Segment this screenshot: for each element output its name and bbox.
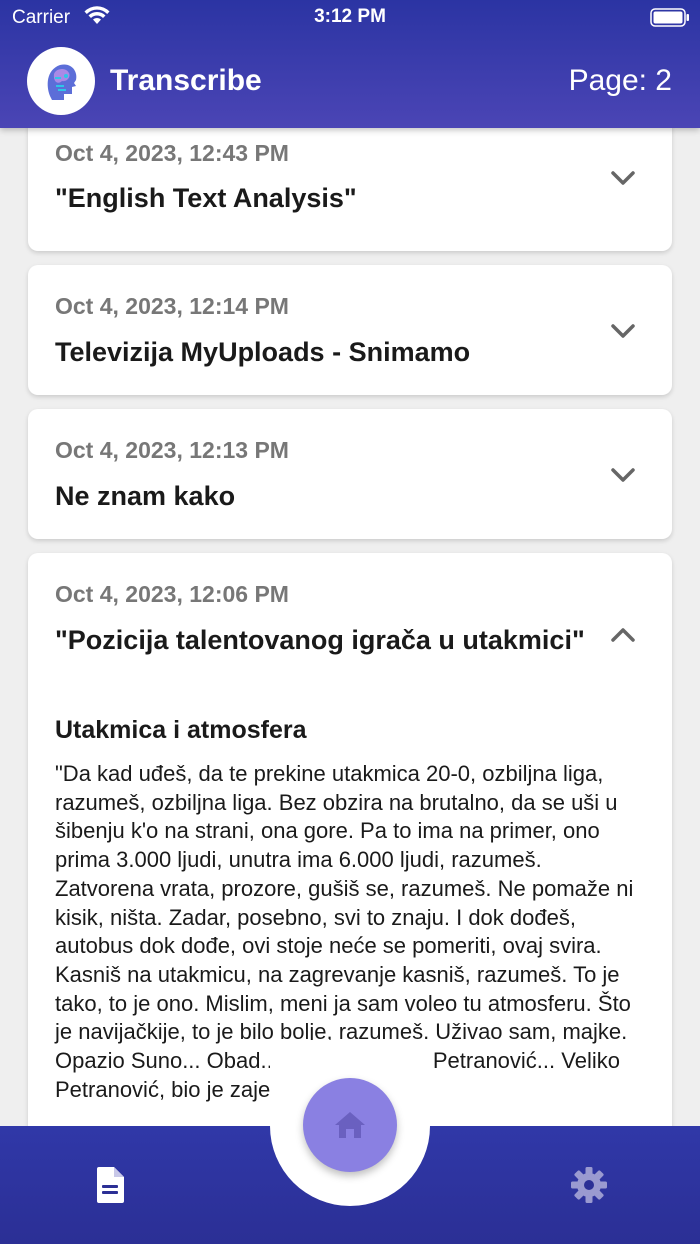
brain-head-logo-icon — [47, 64, 77, 100]
card-title: "Pozicija talentovanog igrača u utakmici… — [55, 625, 585, 655]
app-logo — [27, 47, 95, 115]
home-icon — [335, 1112, 365, 1138]
card-title: "English Text Analysis" — [55, 183, 357, 213]
card-date: Oct 4, 2023, 12:43 PM — [55, 140, 289, 166]
chevron-down-icon[interactable] — [610, 170, 636, 186]
section-heading: Utakmica i atmosfera — [55, 716, 307, 744]
status-time: 3:12 PM — [314, 6, 386, 27]
document-icon[interactable] — [94, 1166, 126, 1204]
transcript-list[interactable]: Oct 4, 2023, 12:43 PM "English Text Anal… — [0, 128, 700, 1126]
app-title: Transcribe — [110, 64, 262, 97]
transcript-card[interactable]: Oct 4, 2023, 12:43 PM "English Text Anal… — [28, 128, 672, 251]
transcript-card[interactable]: Oct 4, 2023, 12:13 PM Ne znam kako — [28, 409, 672, 539]
chevron-down-icon[interactable] — [610, 323, 636, 339]
page-indicator: Page: 2 — [568, 64, 672, 97]
battery-icon — [650, 8, 689, 27]
transcript-card[interactable]: Oct 4, 2023, 12:14 PM Televizija MyUploa… — [28, 265, 672, 395]
card-date: Oct 4, 2023, 12:06 PM — [55, 581, 289, 607]
home-button[interactable] — [303, 1078, 397, 1172]
card-date: Oct 4, 2023, 12:13 PM — [55, 437, 289, 463]
app-header: Carrier 3:12 PM Transcribe Page: 2 — [0, 0, 700, 128]
status-bar: Carrier 3:12 PM — [0, 0, 700, 36]
card-date: Oct 4, 2023, 12:14 PM — [55, 293, 289, 319]
chevron-up-icon[interactable] — [610, 627, 636, 643]
chevron-down-icon[interactable] — [610, 467, 636, 483]
gear-icon[interactable] — [570, 1166, 608, 1204]
card-title: Ne znam kako — [55, 481, 236, 511]
card-title: Televizija MyUploads - Snimamo — [55, 337, 471, 367]
